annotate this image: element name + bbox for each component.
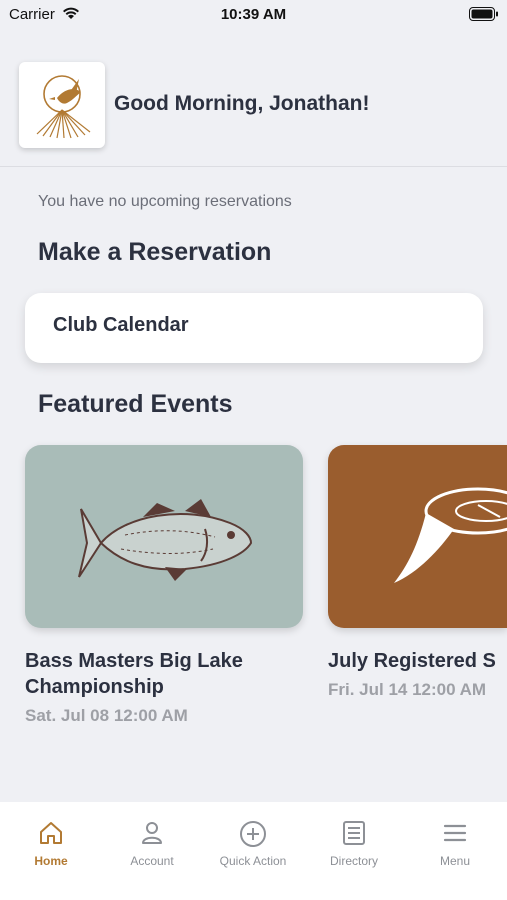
event-card[interactable]: July Registered S Fri. Jul 14 12:00 AM [328,445,507,700]
event-title: July Registered S [328,650,496,672]
battery-icon [469,7,498,21]
bird-logo-icon [36,75,91,139]
home-header: Good Morning, Jonathan! [0,48,507,167]
status-bar: Carrier 10:39 AM [0,0,507,30]
tab-directory[interactable]: Directory [304,820,404,868]
event-date: Sat. Jul 08 12:00 AM [25,706,188,725]
featured-events-heading: Featured Events [38,390,233,418]
event-date: Fri. Jul 14 12:00 AM [328,680,487,699]
event-card[interactable]: Bass Masters Big Lake Championship Sat. … [25,445,305,726]
no-reservations-text: You have no upcoming reservations [38,193,292,210]
tab-account[interactable]: Account [102,820,202,868]
directory-icon [343,821,365,845]
event-image [328,445,507,628]
club-calendar-label: Club Calendar [53,314,189,336]
event-title: Bass Masters Big Lake Championship [25,650,243,698]
tab-label: Account [130,854,174,868]
menu-icon [443,824,467,842]
plus-circle-icon [240,821,266,847]
fish-illustration-icon [78,499,253,581]
tab-label: Home [34,854,68,868]
bottom-tab-bar: Home Account Quick Action Directory Menu [0,802,507,900]
greeting-text: Good Morning, Jonathan! [114,92,370,115]
club-logo[interactable] [19,62,105,148]
status-time: 10:39 AM [220,6,287,23]
home-icon [40,822,62,844]
tab-label: Directory [329,854,378,868]
make-reservation-heading: Make a Reservation [38,238,272,266]
tab-label: Quick Action [219,854,287,868]
clay-target-illustration-icon [394,487,507,583]
tab-home[interactable]: Home [1,820,101,868]
club-calendar-card[interactable]: Club Calendar [25,293,483,363]
tab-quick-action[interactable]: Quick Action [203,820,303,868]
account-icon [142,822,162,844]
event-image [25,445,303,628]
tab-label: Menu [439,854,471,868]
tab-menu[interactable]: Menu [405,820,505,868]
